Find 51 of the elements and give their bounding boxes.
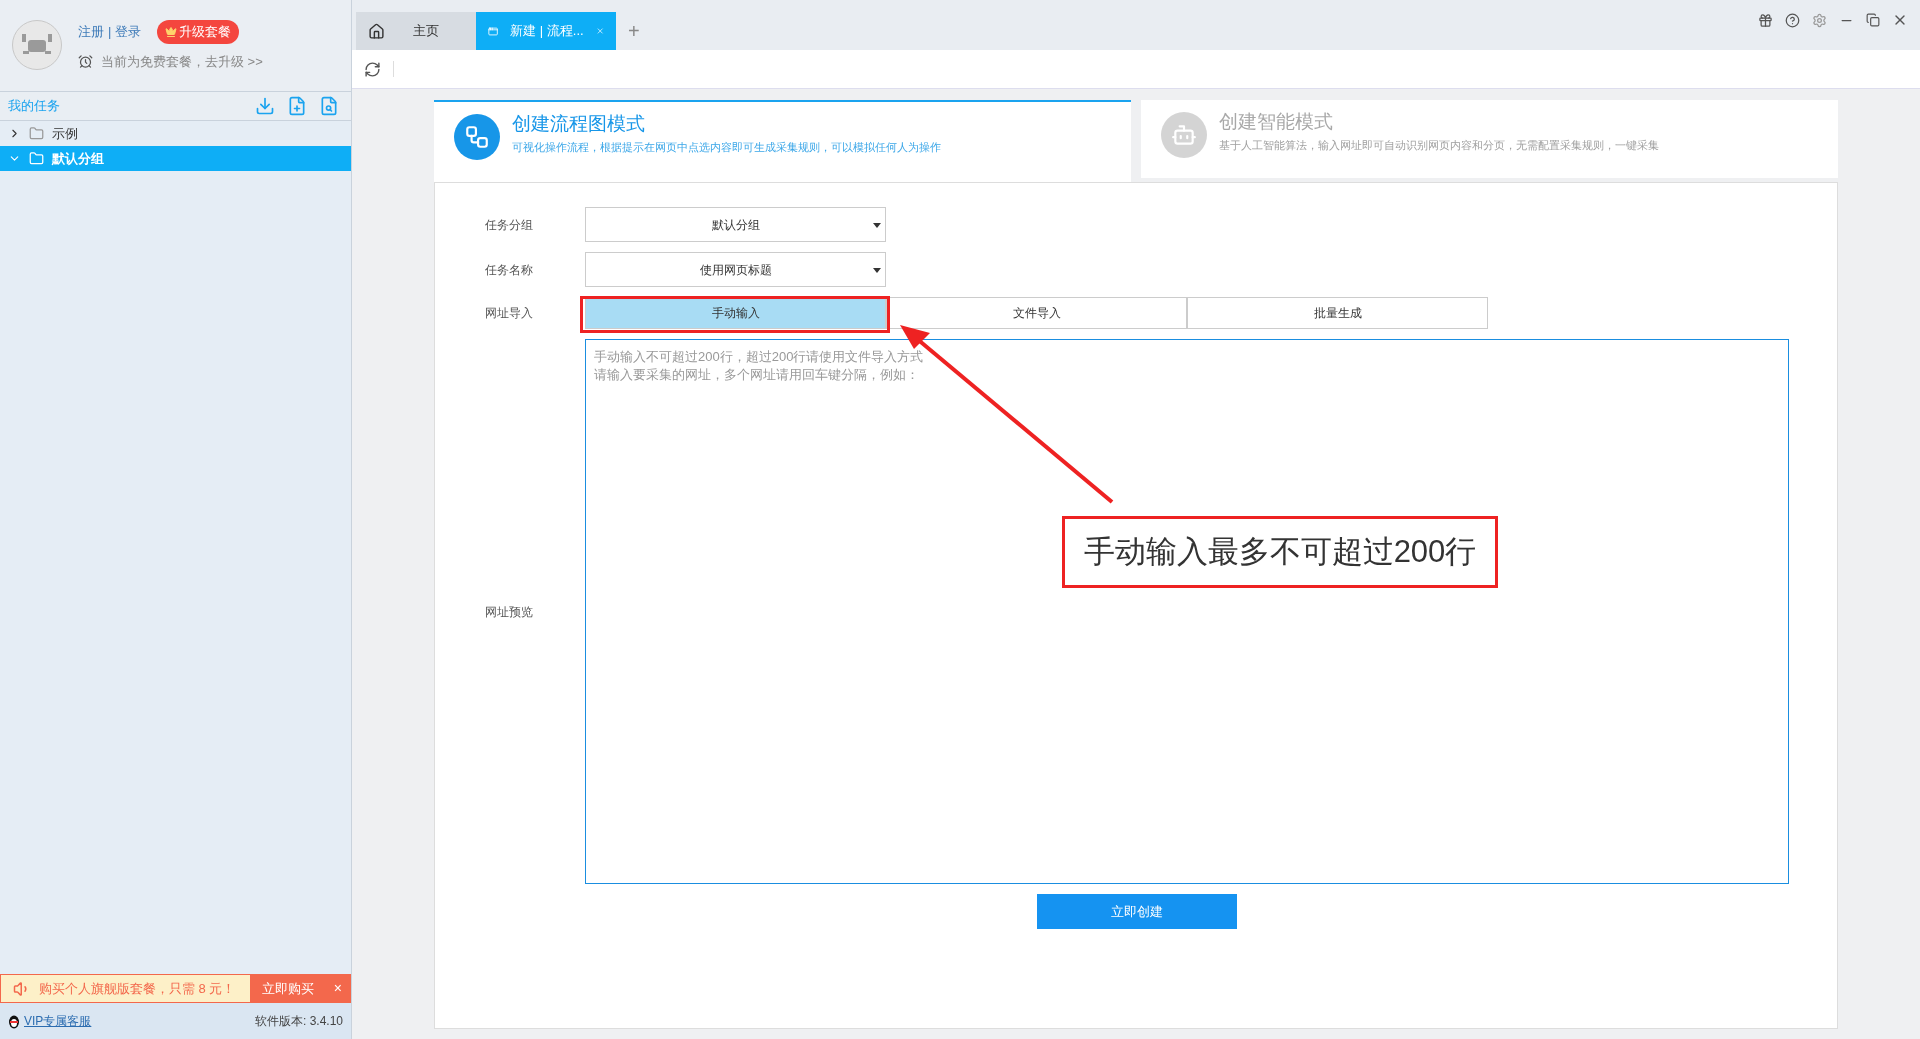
restore-icon[interactable]	[1866, 13, 1880, 27]
buy-button[interactable]: 立即购买	[249, 975, 326, 1002]
browser-tab[interactable]: 主页	[356, 12, 476, 50]
tree-label: 默认分组	[52, 149, 104, 168]
field-label: 网址导入	[485, 305, 534, 322]
home-icon	[368, 22, 385, 40]
import-tab[interactable]: 文件导入	[886, 297, 1187, 329]
caret-icon	[873, 223, 881, 228]
import-tab[interactable]: 批量生成	[1187, 297, 1488, 329]
mode-icon	[1161, 112, 1207, 158]
mode-description: 可视化操作流程，根据提示在网页中点选内容即可生成采集规则，可以模拟任何人为操作	[512, 139, 941, 155]
tree-item[interactable]: 示例	[0, 121, 351, 146]
create-button[interactable]: 立即创建	[1037, 894, 1237, 929]
refresh-icon[interactable]	[364, 60, 381, 78]
mode-description: 基于人工智能算法，输入网址即可自动识别网页内容和分页，无需配置采集规则，一键采集	[1219, 137, 1659, 153]
plan-notice[interactable]: 当前为免费套餐，去升级 >>	[101, 51, 263, 71]
tree-item[interactable]: 默认分组	[0, 146, 351, 171]
mode-title: 创建流程图模式	[512, 112, 646, 136]
new-tab-button[interactable]: +	[616, 12, 652, 50]
group-dropdown[interactable]: 默认分组	[585, 207, 886, 242]
folder-icon	[29, 151, 44, 166]
name-dropdown[interactable]: 使用网页标题	[585, 252, 886, 287]
field-label: 网址预览	[485, 603, 534, 621]
version-text: 软件版本: 3.4.10	[254, 1013, 343, 1030]
tree-label: 示例	[52, 124, 78, 143]
close-promo-button[interactable]: ×	[325, 975, 350, 1002]
mode-title: 创建智能模式	[1219, 110, 1334, 134]
mode-card[interactable]: 创建流程图模式 可视化操作流程，根据提示在网页中点选内容即可生成采集规则，可以模拟任何人为操作	[434, 100, 1131, 182]
penguin-icon	[8, 1013, 20, 1029]
link-separator: |	[108, 23, 112, 41]
field-label: 任务分组	[485, 216, 534, 234]
alarm-clock-icon	[78, 53, 93, 69]
mode-card[interactable]: 创建智能模式 基于人工智能算法，输入网址即可自动识别网页内容和分页，无需配置采集规则，一键采集	[1141, 100, 1838, 178]
promo-text: 购买个人旗舰版套餐，只需 8 元！	[39, 979, 236, 998]
tab-label: 新建 | 流程...	[510, 22, 584, 41]
mode-icon	[454, 114, 500, 160]
crown-icon	[165, 25, 178, 38]
caret-icon	[873, 268, 881, 273]
annotation-text: 手动输入最多不可超过200行	[1083, 532, 1477, 571]
support-link[interactable]: VIP专属客服	[24, 1012, 92, 1030]
field-label: 任务名称	[485, 261, 534, 279]
browser-tab[interactable]: 新建 | 流程...	[476, 12, 616, 50]
import-tab[interactable]: 手动输入	[585, 297, 886, 329]
folder-icon	[29, 126, 44, 141]
upgrade-button[interactable]: 升级套餐	[157, 20, 240, 44]
tab-label: 主页	[413, 22, 439, 41]
task-panel-title: 我的任务	[8, 97, 60, 116]
register-link[interactable]: 注册	[78, 22, 104, 42]
gift-icon[interactable]	[1758, 12, 1773, 28]
help-icon[interactable]	[1785, 12, 1800, 28]
login-link[interactable]: 登录	[115, 22, 142, 42]
